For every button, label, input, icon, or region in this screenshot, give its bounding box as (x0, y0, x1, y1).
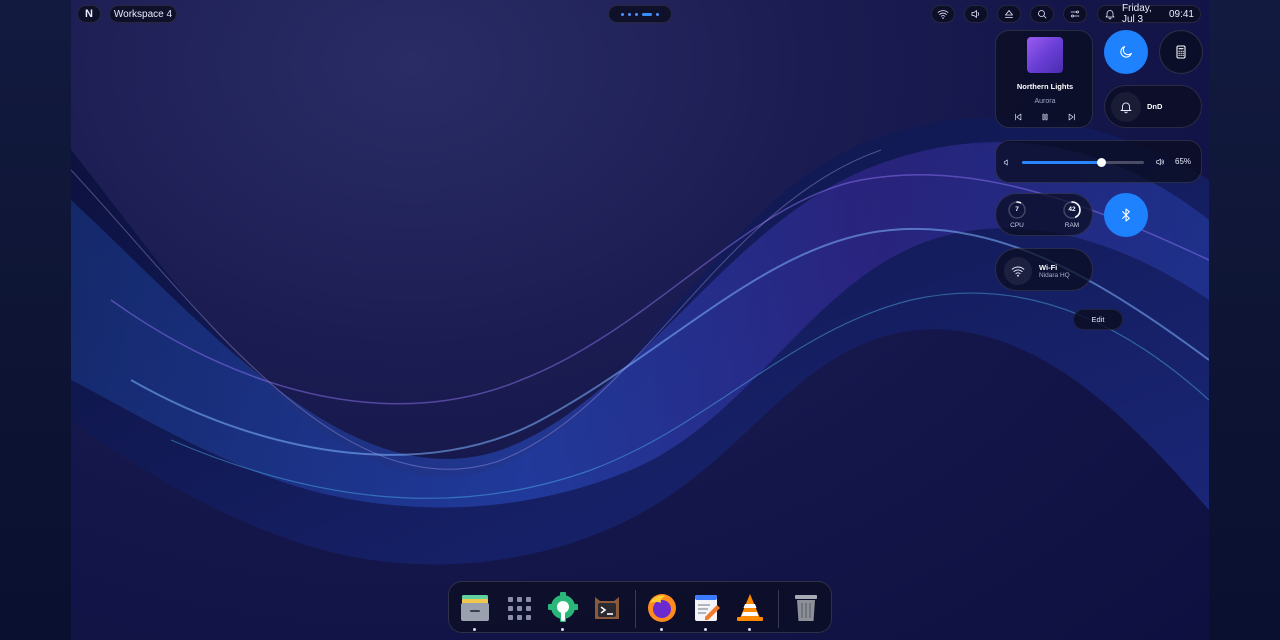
system-logo-button[interactable]: N (77, 5, 101, 23)
dock-app-firefox[interactable] (645, 591, 679, 631)
settings-app-icon (548, 592, 578, 622)
dock-app-text-editor[interactable] (689, 591, 723, 631)
workspace-dot[interactable] (628, 12, 631, 16)
night-light-toggle[interactable] (1104, 30, 1148, 74)
wifi-icon (1011, 266, 1025, 277)
workspace-dot-active[interactable] (642, 12, 652, 16)
terminal-app-icon (595, 597, 619, 619)
text-editor-app-icon (695, 595, 720, 621)
volume-card: 65% (995, 140, 1202, 183)
volume-value: 65% (1175, 157, 1192, 166)
search-button[interactable] (1030, 5, 1054, 23)
volume-status-button[interactable] (964, 5, 988, 23)
trash-icon (795, 595, 817, 621)
cpu-gauge: 7 (1007, 200, 1027, 220)
firefox-app-icon (648, 594, 676, 622)
bell-icon (1104, 8, 1116, 20)
track-artist: Aurora (1034, 98, 1056, 105)
dock-separator (778, 590, 779, 628)
wifi-icon (937, 8, 949, 20)
dock-app-settings[interactable] (546, 591, 580, 631)
previous-icon[interactable] (1012, 111, 1024, 123)
dock-trash[interactable] (789, 591, 823, 625)
dock-app-files[interactable] (458, 591, 492, 631)
album-art (1027, 37, 1063, 73)
wifi-icon-wrap (1004, 257, 1032, 285)
workspace-dot[interactable] (635, 12, 638, 16)
track-title: Northern Lights (1016, 82, 1074, 91)
wifi-network-name: Nidara HQ (1039, 272, 1070, 279)
cpu-value: 7 (1015, 206, 1019, 213)
workspace-dot[interactable] (656, 12, 659, 16)
dock-app-terminal[interactable] (590, 591, 624, 625)
date-text: Friday, Jul 3 (1122, 3, 1152, 25)
workspace-indicator[interactable]: Workspace 4 (109, 5, 177, 23)
running-indicator (660, 628, 663, 631)
dock-app-vlc[interactable] (733, 591, 767, 631)
edit-quick-settings-button[interactable]: Edit (1073, 309, 1123, 330)
running-indicator (561, 628, 564, 631)
calculator-button[interactable] (1159, 30, 1203, 74)
wifi-status-button[interactable] (931, 5, 955, 23)
moon-icon (1120, 46, 1132, 58)
left-gutter (0, 0, 71, 640)
right-gutter (1209, 0, 1280, 640)
next-icon[interactable] (1066, 111, 1078, 123)
dnd-toggle[interactable]: DnD (1104, 85, 1202, 128)
top-bar: N Workspace 4 Friday, Jul 3 09:41 (71, 0, 1209, 28)
dnd-icon-wrap (1111, 92, 1141, 122)
dock-separator (635, 590, 636, 628)
volume-slider-handle[interactable] (1097, 158, 1107, 167)
ram-label: RAM (1064, 222, 1080, 229)
running-indicator (748, 628, 751, 631)
files-app-icon (461, 595, 489, 621)
clock-button[interactable]: Friday, Jul 3 09:41 (1097, 3, 1201, 25)
wifi-toggle[interactable]: Wi-Fi Nidara HQ (995, 248, 1093, 291)
workspace-dot[interactable] (621, 12, 624, 16)
volume-slider-fill (1022, 161, 1102, 164)
dock (448, 581, 832, 633)
ram-value: 42 (1068, 206, 1076, 213)
bluetooth-toggle[interactable] (1104, 193, 1148, 237)
volume-icon (970, 8, 982, 20)
volume-high-icon (1154, 156, 1166, 168)
wifi-label: Wi-Fi (1039, 263, 1058, 272)
running-indicator (473, 628, 476, 631)
time-text: 09:41 (1168, 8, 1194, 20)
search-icon (1036, 8, 1048, 20)
pause-icon[interactable] (1039, 111, 1051, 123)
bell-icon (1120, 102, 1132, 114)
dnd-label: DnD (1147, 102, 1163, 111)
system-monitor-card[interactable]: 7 CPU 42 RAM (995, 193, 1093, 236)
eject-status-button[interactable] (997, 5, 1021, 23)
cpu-label: CPU (1010, 222, 1024, 229)
bluetooth-icon (1122, 208, 1130, 222)
volume-slider[interactable] (1022, 158, 1144, 167)
volume-low-icon (1000, 156, 1012, 168)
calculator-icon (1176, 45, 1186, 59)
eject-icon (1003, 8, 1015, 20)
app-grid-icon (508, 597, 531, 620)
dock-app-grid[interactable] (502, 591, 536, 625)
vlc-app-icon (737, 594, 763, 621)
sliders-icon (1069, 8, 1081, 20)
running-indicator (704, 628, 707, 631)
media-player-card[interactable]: Northern Lights Aurora (995, 30, 1093, 128)
quick-settings-button[interactable] (1063, 5, 1087, 23)
ram-gauge: 42 (1062, 200, 1082, 220)
workspace-switcher[interactable] (608, 5, 672, 23)
